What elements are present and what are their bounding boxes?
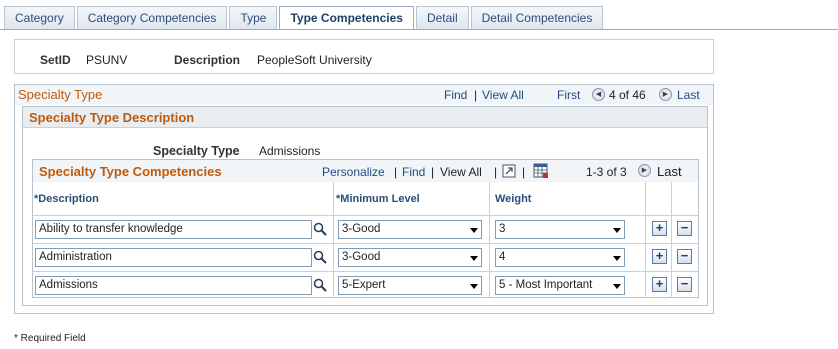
weight-value: 5 - Most Important [499, 279, 593, 291]
specialty-type-scroll-area: Specialty Type Find | View All First ◀ 4… [14, 84, 714, 314]
zoom-grid-icon[interactable] [502, 164, 516, 178]
last-link[interactable]: Last [677, 88, 700, 102]
col-description-label: *Description [34, 193, 99, 205]
col-weight-label: Weight [495, 193, 532, 205]
magnifier-icon[interactable] [313, 250, 327, 264]
specialty-type-label: Specialty Type [153, 144, 240, 158]
separator: | [474, 88, 478, 102]
right-arrow-icon[interactable]: ▶ [659, 88, 672, 101]
chevron-down-icon [470, 284, 478, 289]
magnifier-icon[interactable] [313, 278, 327, 292]
min-level-value: 5-Expert [342, 279, 386, 291]
setid-value: PSUNV [86, 53, 128, 67]
description-input[interactable]: Ability to transfer knowledge [35, 220, 312, 239]
tab-bar: Category Category Competencies Type Type… [4, 6, 605, 30]
weight-select[interactable]: 5 - Most Important [495, 276, 625, 295]
chevron-down-icon [613, 284, 621, 289]
chevron-down-icon [613, 228, 621, 233]
table-row: Administration 3-Good 4 + − [33, 243, 698, 271]
min-level-select[interactable]: 3-Good [338, 248, 482, 267]
first-link[interactable]: First [557, 88, 580, 102]
specialty-type-description-box: Specialty Type Description Specialty Typ… [22, 106, 708, 306]
weight-select[interactable]: 3 [495, 220, 625, 239]
chevron-down-icon [470, 256, 478, 261]
right-arrow-icon[interactable]: ▶ [638, 164, 651, 177]
key-info-box: SetID PSUNV Description PeopleSoft Unive… [14, 39, 714, 74]
specialty-type-value: Admissions [259, 144, 321, 158]
delete-row-button[interactable]: − [677, 221, 692, 236]
left-arrow-icon[interactable]: ◀ [592, 88, 605, 101]
min-level-value: 3-Good [342, 223, 381, 235]
record-counter: 4 of 46 [609, 88, 646, 102]
find-link[interactable]: Find [444, 88, 467, 102]
setid-label: SetID [40, 53, 71, 67]
weight-value: 4 [499, 251, 506, 263]
grid-title: Specialty Type Competencies [39, 164, 222, 179]
chevron-down-icon [470, 228, 478, 233]
magnifier-icon[interactable] [313, 222, 327, 236]
grid-find-link[interactable]: Find [402, 165, 425, 179]
min-level-select[interactable]: 5-Expert [338, 276, 482, 295]
tab-type-competencies[interactable]: Type Competencies [279, 6, 414, 30]
weight-value: 3 [499, 223, 506, 235]
min-level-select[interactable]: 3-Good [338, 220, 482, 239]
table-row: Ability to transfer knowledge 3-Good 3 +… [33, 215, 698, 243]
tab-type[interactable]: Type [229, 6, 278, 29]
separator: | [494, 165, 498, 179]
grid-view-all-link[interactable]: View All [440, 165, 482, 179]
delete-row-button[interactable]: − [677, 249, 692, 264]
chevron-down-icon [613, 256, 621, 261]
description-input[interactable]: Administration [35, 248, 312, 267]
view-all-link[interactable]: View All [482, 88, 524, 102]
tab-detail[interactable]: Detail [415, 6, 469, 29]
description-value: PeopleSoft University [257, 53, 372, 67]
table-row: Admissions 5-Expert 5 - Most Important +… [33, 271, 698, 299]
specialty-type-header: Specialty Type Find | View All First ◀ 4… [15, 85, 713, 105]
separator: | [431, 165, 435, 179]
delete-row-button[interactable]: − [677, 277, 692, 292]
min-level-value: 3-Good [342, 251, 381, 263]
separator: | [522, 165, 526, 179]
competencies-grid: Specialty Type Competencies Personalize … [32, 159, 699, 298]
grid-last-link[interactable]: Last [657, 164, 682, 179]
tab-category-competencies[interactable]: Category Competencies [76, 6, 228, 29]
grid-counter: 1-3 of 3 [586, 165, 627, 179]
personalize-link[interactable]: Personalize [322, 165, 385, 179]
col-min-level-label: *Minimum Level [336, 193, 420, 205]
tab-divider [0, 29, 838, 30]
tab-detail-competencies[interactable]: Detail Competencies [470, 6, 604, 29]
download-spreadsheet-icon[interactable] [533, 163, 549, 179]
description-input[interactable]: Admissions [35, 276, 312, 295]
add-row-button[interactable]: + [652, 221, 667, 236]
required-field-note: * Required Field [14, 333, 86, 344]
weight-select[interactable]: 4 [495, 248, 625, 267]
add-row-button[interactable]: + [652, 277, 667, 292]
grid-header: Specialty Type Competencies Personalize … [33, 160, 698, 182]
tab-category[interactable]: Category [4, 6, 75, 29]
separator: | [394, 165, 398, 179]
add-row-button[interactable]: + [652, 249, 667, 264]
specialty-type-title: Specialty Type [18, 87, 103, 102]
specialty-type-description-title: Specialty Type Description [23, 107, 707, 128]
description-label: Description [174, 53, 241, 67]
